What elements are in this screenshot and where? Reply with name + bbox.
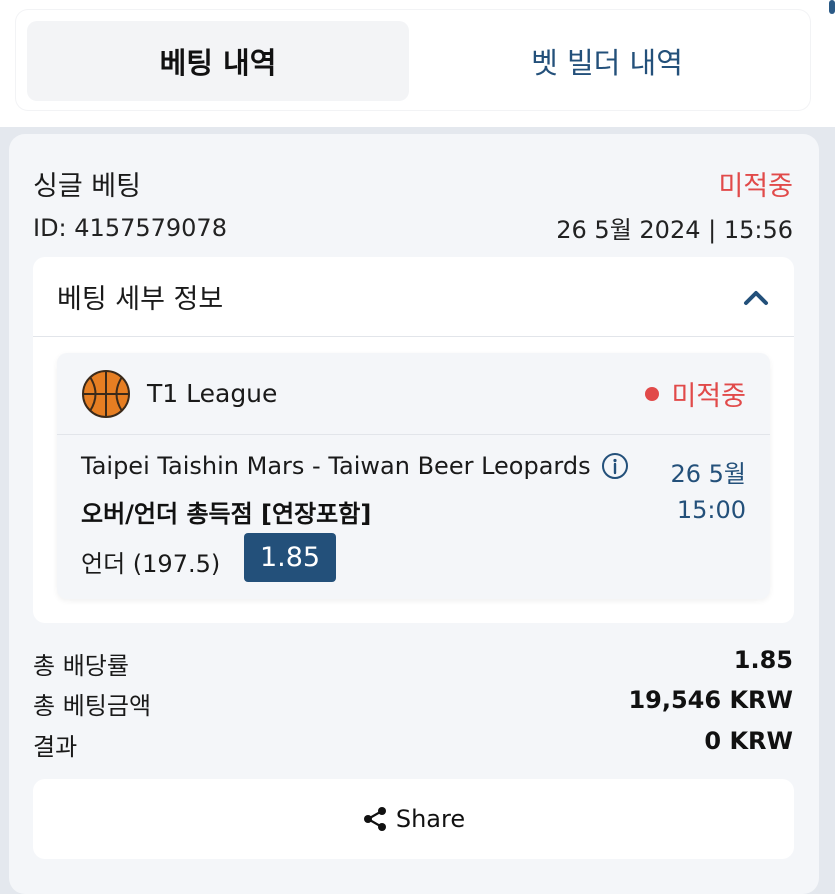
basketball-icon — [82, 369, 130, 418]
bet-card: 싱글 베팅 미적중 ID: 4157579078 26 5월 2024 | 15… — [9, 134, 819, 894]
stake-label: 총 베팅금액 — [33, 692, 152, 720]
status-dot-icon — [645, 386, 660, 401]
selection-card: T1 League 미적중 Taipei Taishin Mars - Taiw… — [57, 353, 770, 599]
match-date: 26 5월 — [670, 460, 746, 488]
total-odds-value: 1.85 — [733, 646, 793, 674]
tab-bet-builder-history[interactable]: 벳 빌더 내역 — [416, 21, 798, 101]
tab-bet-history[interactable]: 베팅 내역 — [27, 21, 409, 101]
bet-details-panel: 베팅 세부 정보 T1 League 미적중 Taipei Taishin Ma… — [33, 257, 794, 623]
result-value: 0 KRW — [704, 727, 793, 755]
share-icon — [363, 807, 386, 831]
bet-details-header[interactable]: 베팅 세부 정보 — [33, 257, 794, 337]
bet-id-row: ID: 4157579078 26 5월 2024 | 15:56 — [33, 210, 793, 245]
info-icon[interactable] — [601, 452, 629, 480]
bet-datetime: 26 5월 2024 | 15:56 — [556, 216, 793, 244]
odds-badge: 1.85 — [244, 533, 336, 582]
match-line: Taipei Taishin Mars - Taiwan Beer Leopar… — [81, 452, 629, 480]
bet-type: 싱글 베팅 — [33, 171, 141, 202]
summary-result: 결과 0 KRW — [33, 727, 793, 762]
bet-id: ID: 4157579078 — [33, 213, 227, 242]
scrollbar[interactable] — [829, 0, 835, 14]
stake-value: 19,546 KRW — [628, 686, 793, 714]
result-label: 결과 — [33, 733, 78, 761]
chevron-up-icon[interactable] — [742, 287, 770, 307]
selection-status: 미적중 — [645, 374, 746, 413]
summary-total-odds: 총 배당률 1.85 — [33, 646, 793, 681]
total-odds-label: 총 배당률 — [33, 652, 129, 680]
share-label: Share — [395, 805, 466, 833]
match-name: Taipei Taishin Mars - Taiwan Beer Leopar… — [81, 452, 591, 480]
tab-bar: 베팅 내역 벳 빌더 내역 — [16, 10, 810, 110]
market-name: 오버/언더 총득점 [연장포함] — [81, 500, 372, 528]
selection-header: T1 League 미적중 — [57, 353, 770, 435]
bet-status: 미적중 — [718, 171, 793, 202]
league-name: T1 League — [147, 379, 278, 408]
tab-bar-container: 베팅 내역 벳 빌더 내역 — [0, 0, 835, 127]
summary-stake: 총 베팅금액 19,546 KRW — [33, 686, 793, 721]
bet-details-title: 베팅 세부 정보 — [57, 284, 224, 315]
match-time: 15:00 — [676, 496, 746, 524]
selection-status-label: 미적중 — [671, 381, 746, 412]
pick-name: 언더 (197.5) — [81, 550, 221, 578]
bet-header-row: 싱글 베팅 미적중 — [33, 164, 793, 203]
share-button[interactable]: Share — [33, 779, 794, 859]
